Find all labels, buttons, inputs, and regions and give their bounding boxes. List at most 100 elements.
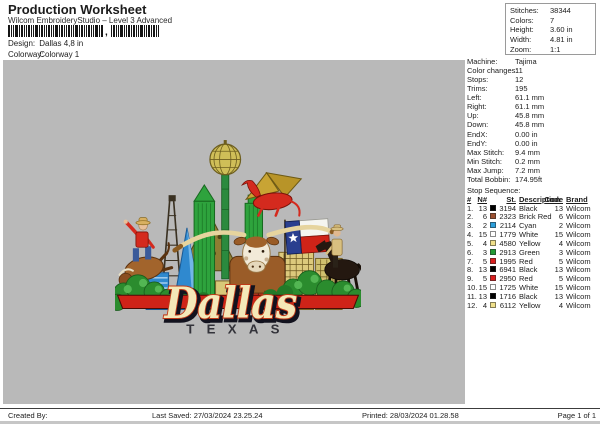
machine-row-value: 0.00 in [515, 138, 538, 148]
stop-row-code: 13 [554, 203, 563, 213]
barcode-bar [68, 25, 70, 37]
summary-row-value: 38344 [550, 6, 571, 15]
machine-row-label: EndX: [467, 129, 488, 139]
stop-row-code: 15 [554, 230, 563, 240]
stop-sequence-row: 12. 4 6112 Yellow 4 Wilcom [0, 301, 600, 310]
barcode-bar [73, 25, 74, 37]
barcode-bar [44, 25, 45, 37]
summary-row-label: Height: [510, 25, 534, 35]
stop-row-code: 6 [558, 212, 563, 222]
barcode-bar [71, 25, 72, 37]
summary-row-label: Stitches: [510, 6, 539, 15]
barcode-comma: , [105, 27, 108, 38]
machine-row-value: Tajima [515, 57, 537, 66]
stop-row-needle: 13 [478, 203, 487, 213]
barcode-bar [99, 25, 100, 37]
stop-row-brand: Wilcom [566, 292, 591, 301]
machine-row: Stops: 12 [467, 75, 544, 84]
barcode-bar [81, 25, 83, 37]
barcode-bar [39, 25, 40, 37]
stop-row-brand: Wilcom [566, 221, 591, 231]
colorway-label: Colorway: [8, 50, 44, 59]
stop-row-stitch-count: 6941 [499, 265, 516, 275]
stop-sequence-row: 8. 13 6941 Black 13 Wilcom [0, 265, 600, 274]
machine-row: Max Jump: 7.2 mm [467, 166, 544, 175]
barcode-bar [113, 25, 115, 37]
stop-row-description: Red [519, 274, 533, 284]
barcode-bar [158, 25, 159, 37]
barcode-bar [156, 25, 157, 37]
machine-row-label: Max Jump: [467, 165, 504, 175]
stop-row-stitch-count: 1779 [499, 230, 516, 240]
machine-row: Trims: 195 [467, 84, 544, 93]
barcode-bar [148, 25, 150, 37]
stop-row-description: Yellow [519, 238, 541, 248]
machine-row: Left: 61.1 mm [467, 93, 544, 102]
stop-row-stitch-count: 2913 [499, 247, 516, 257]
stop-row-brand: Wilcom [566, 274, 591, 284]
machine-row-value: 45.8 mm [515, 120, 545, 130]
summary-row: Zoom: 1:1 [506, 45, 595, 55]
barcode-bar [140, 25, 143, 37]
machine-row: EndY: 0.00 in [467, 139, 544, 148]
barcode-bar [118, 25, 119, 37]
page-number: Page 1 of 1 [557, 411, 596, 420]
thread-color-swatch [490, 204, 496, 211]
machine-row-label: Total Bobbin: [467, 174, 511, 184]
barcode-bar [138, 25, 139, 37]
barcode-bar [101, 25, 103, 37]
machine-row: Right: 61.1 mm [467, 102, 544, 111]
stop-row-needle: 4 [482, 300, 487, 310]
stop-row-code: 15 [554, 283, 563, 293]
colorway-value: Colorway 1 [39, 50, 80, 59]
stop-row-brand: Wilcom [566, 247, 591, 257]
stop-row-needle: 15 [478, 230, 487, 240]
thread-color-swatch [490, 231, 496, 238]
barcode-bar [133, 25, 135, 37]
summary-row-label: Colors: [510, 15, 534, 25]
thread-color-swatch [490, 275, 496, 282]
stop-row-brand: Wilcom [566, 238, 591, 248]
barcode-bar [124, 25, 125, 37]
machine-row-label: Color changes: [467, 66, 518, 76]
stop-row-needle: 2 [482, 221, 487, 231]
machine-row-value: 7.2 mm [515, 165, 541, 175]
thread-color-swatch [490, 257, 496, 264]
stop-row-brand: Wilcom [566, 230, 591, 240]
summary-row: Colors: 7 [506, 16, 595, 26]
machine-row-label: Right: [467, 102, 487, 112]
stop-row-description: White [519, 283, 539, 293]
thread-color-swatch [490, 213, 496, 220]
machine-row-label: Left: [467, 93, 482, 103]
stop-row-code: 4 [558, 300, 563, 310]
summary-row: Width: 4.81 in [506, 35, 595, 45]
thread-color-swatch [490, 239, 496, 246]
barcode-bar [64, 25, 65, 37]
stop-row-stitch-count: 1716 [499, 292, 516, 301]
thread-color-swatch [490, 293, 496, 299]
stop-sequence-row: 10. 15 1725 White 15 Wilcom [0, 283, 600, 292]
stop-row-description: Black [519, 292, 538, 301]
stop-row-stitch-count: 3194 [499, 203, 516, 213]
machine-row: Max Stitch: 9.4 mm [467, 148, 544, 157]
last-saved-label: Last Saved: 27/03/2024 23.25.24 [152, 411, 263, 420]
barcode-bar [13, 25, 14, 37]
machine-row-label: Machine: [467, 57, 498, 66]
machine-row-label: Max Stitch: [467, 147, 505, 157]
summary-row-label: Width: [510, 35, 532, 45]
barcode-bar [126, 25, 127, 37]
design-label: Design: [8, 39, 36, 48]
barcode-bar [31, 25, 32, 37]
stop-row-stitch-count: 4580 [499, 238, 516, 248]
stop-row-description: Cyan [519, 221, 537, 231]
stop-row-brand: Wilcom [566, 283, 591, 293]
stop-row-brand: Wilcom [566, 212, 591, 222]
machine-row-value: 9.4 mm [515, 147, 541, 157]
stop-row-brand: Wilcom [566, 265, 591, 275]
barcode-bar [35, 25, 38, 37]
stop-sequence-row: 7. 5 1995 Red 5 Wilcom [0, 257, 600, 266]
stop-row-brand: Wilcom [566, 300, 591, 310]
stop-row-needle: 5 [482, 256, 487, 266]
stop-sequence-row: 5. 4 4580 Yellow 4 Wilcom [0, 239, 600, 248]
stop-row-stitch-count: 2950 [499, 274, 516, 284]
